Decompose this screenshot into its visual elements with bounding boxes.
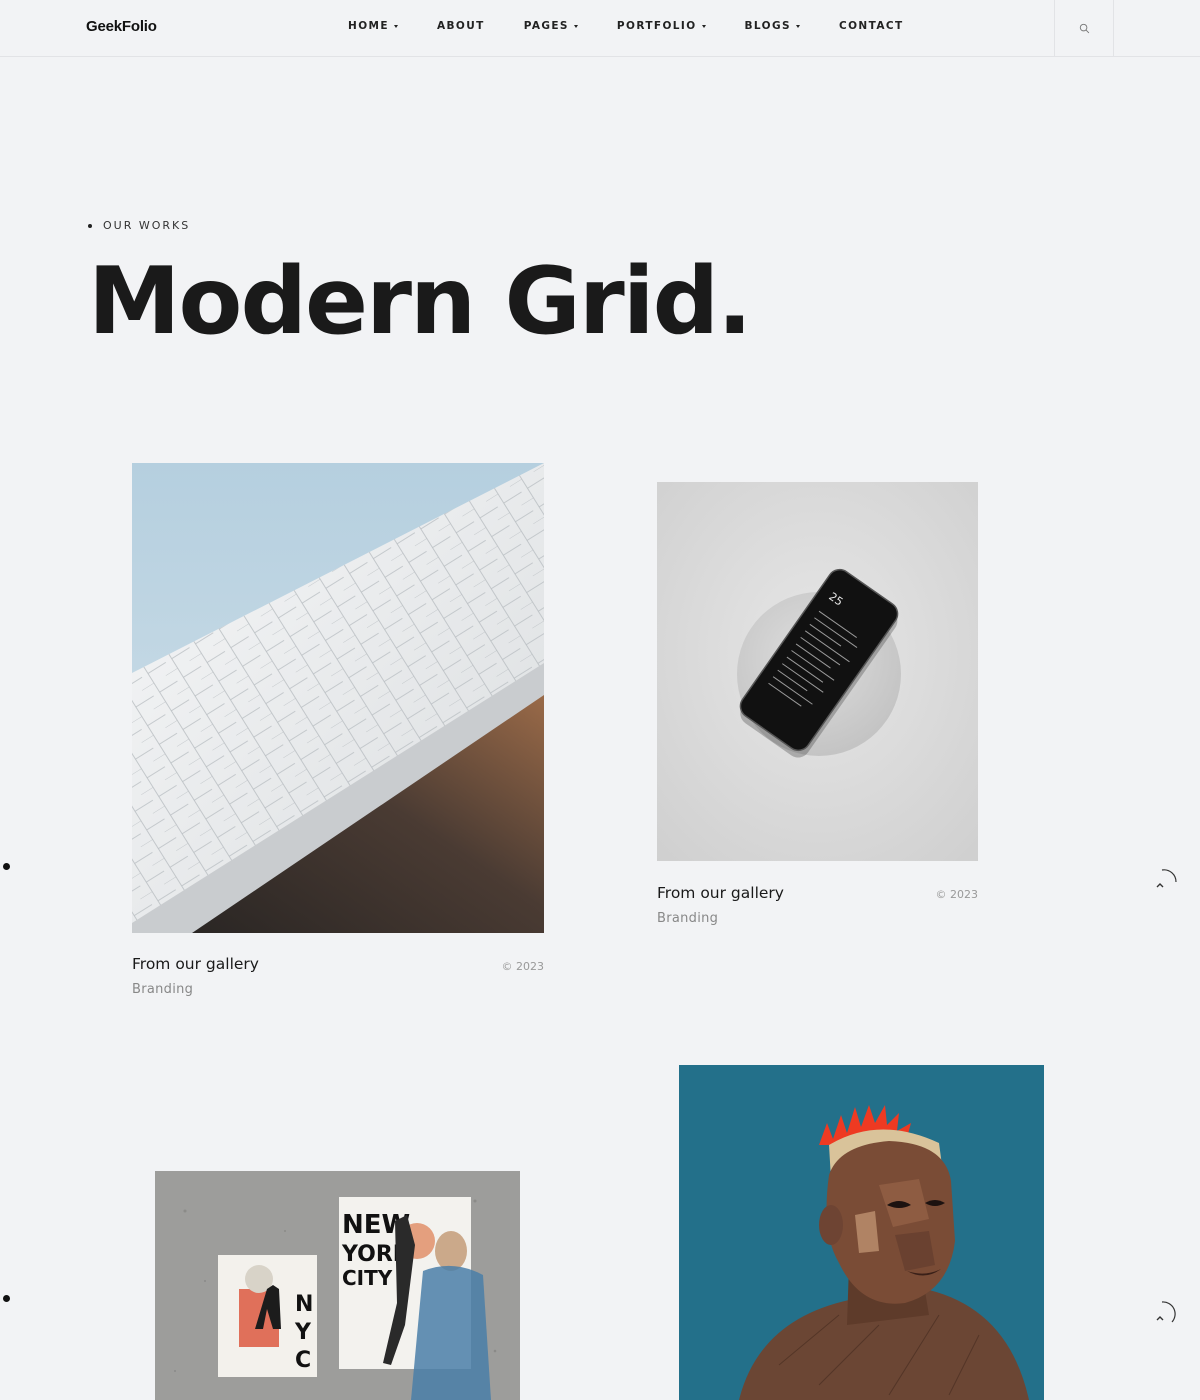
search-button[interactable] xyxy=(1054,0,1114,57)
posters-image: N Y C NEW YORK CITY xyxy=(155,1171,520,1400)
search-icon xyxy=(1079,23,1089,34)
caret-down-icon xyxy=(795,24,800,28)
building-image xyxy=(132,463,544,933)
page-title: Modern Grid. xyxy=(88,247,753,355)
work-title[interactable]: From our gallery xyxy=(132,955,259,973)
pagination-dot[interactable] xyxy=(3,863,10,870)
work-image-phone[interactable]: 25 xyxy=(657,482,978,861)
phone-image: 25 xyxy=(657,482,978,861)
main-nav: HOME ABOUT PAGES PORTFOLIO BLOGS CONTACT xyxy=(348,20,943,32)
poster-letter: Y xyxy=(294,1320,312,1345)
nav-label: HOME xyxy=(348,20,389,32)
poster-letter: C xyxy=(295,1348,311,1373)
nav-label: CONTACT xyxy=(838,20,904,32)
scroll-top-icon[interactable] xyxy=(1150,1298,1180,1328)
work-image-portrait[interactable] xyxy=(679,1065,1044,1400)
caret-down-icon xyxy=(573,24,578,28)
nav-item-blogs[interactable]: BLOGS xyxy=(745,20,800,32)
nav-label: PAGES xyxy=(523,20,569,32)
work-year: © 2023 xyxy=(935,888,979,901)
work-category[interactable]: Branding xyxy=(132,982,193,997)
bullet-dot-icon xyxy=(88,223,92,228)
logo[interactable]: GeekFolio xyxy=(86,18,157,35)
work-card[interactable]: 25 From our gallery Branding © 2023 xyxy=(657,482,978,932)
work-card[interactable]: From our gallery Branding © 2023 xyxy=(132,463,544,1003)
nav-label: ABOUT xyxy=(436,20,485,32)
nav-item-about[interactable]: ABOUT xyxy=(437,20,485,32)
nav-label: PORTFOLIO xyxy=(616,20,697,32)
scroll-top-icon[interactable] xyxy=(1150,866,1180,896)
poster-letter: N xyxy=(295,1292,313,1317)
portrait-image xyxy=(679,1065,1044,1400)
caret-down-icon xyxy=(701,24,706,28)
nav-item-pages[interactable]: PAGES xyxy=(524,20,578,32)
pagination-dot[interactable] xyxy=(3,1295,10,1302)
eyebrow-label: OUR WORKS xyxy=(103,219,191,232)
nav-item-home[interactable]: HOME xyxy=(348,20,398,32)
work-image-building[interactable] xyxy=(132,463,544,933)
work-category[interactable]: Branding xyxy=(657,911,718,926)
nav-item-contact[interactable]: CONTACT xyxy=(839,20,904,32)
work-image-posters[interactable]: N Y C NEW YORK CITY xyxy=(155,1171,520,1400)
nav-label: BLOGS xyxy=(744,20,791,32)
site-header: GeekFolio HOME ABOUT PAGES PORTFOLIO BLO… xyxy=(0,0,1200,57)
nav-item-portfolio[interactable]: PORTFOLIO xyxy=(617,20,706,32)
work-title[interactable]: From our gallery xyxy=(657,884,784,902)
work-card[interactable]: N Y C NEW YORK CITY xyxy=(155,1171,520,1400)
work-card[interactable] xyxy=(679,1065,1044,1400)
caret-down-icon xyxy=(393,24,398,28)
section-eyebrow: OUR WORKS xyxy=(88,219,190,232)
poster-line: CITY xyxy=(342,1266,393,1290)
work-year: © 2023 xyxy=(501,960,545,973)
page: GeekFolio HOME ABOUT PAGES PORTFOLIO BLO… xyxy=(0,0,1200,1400)
